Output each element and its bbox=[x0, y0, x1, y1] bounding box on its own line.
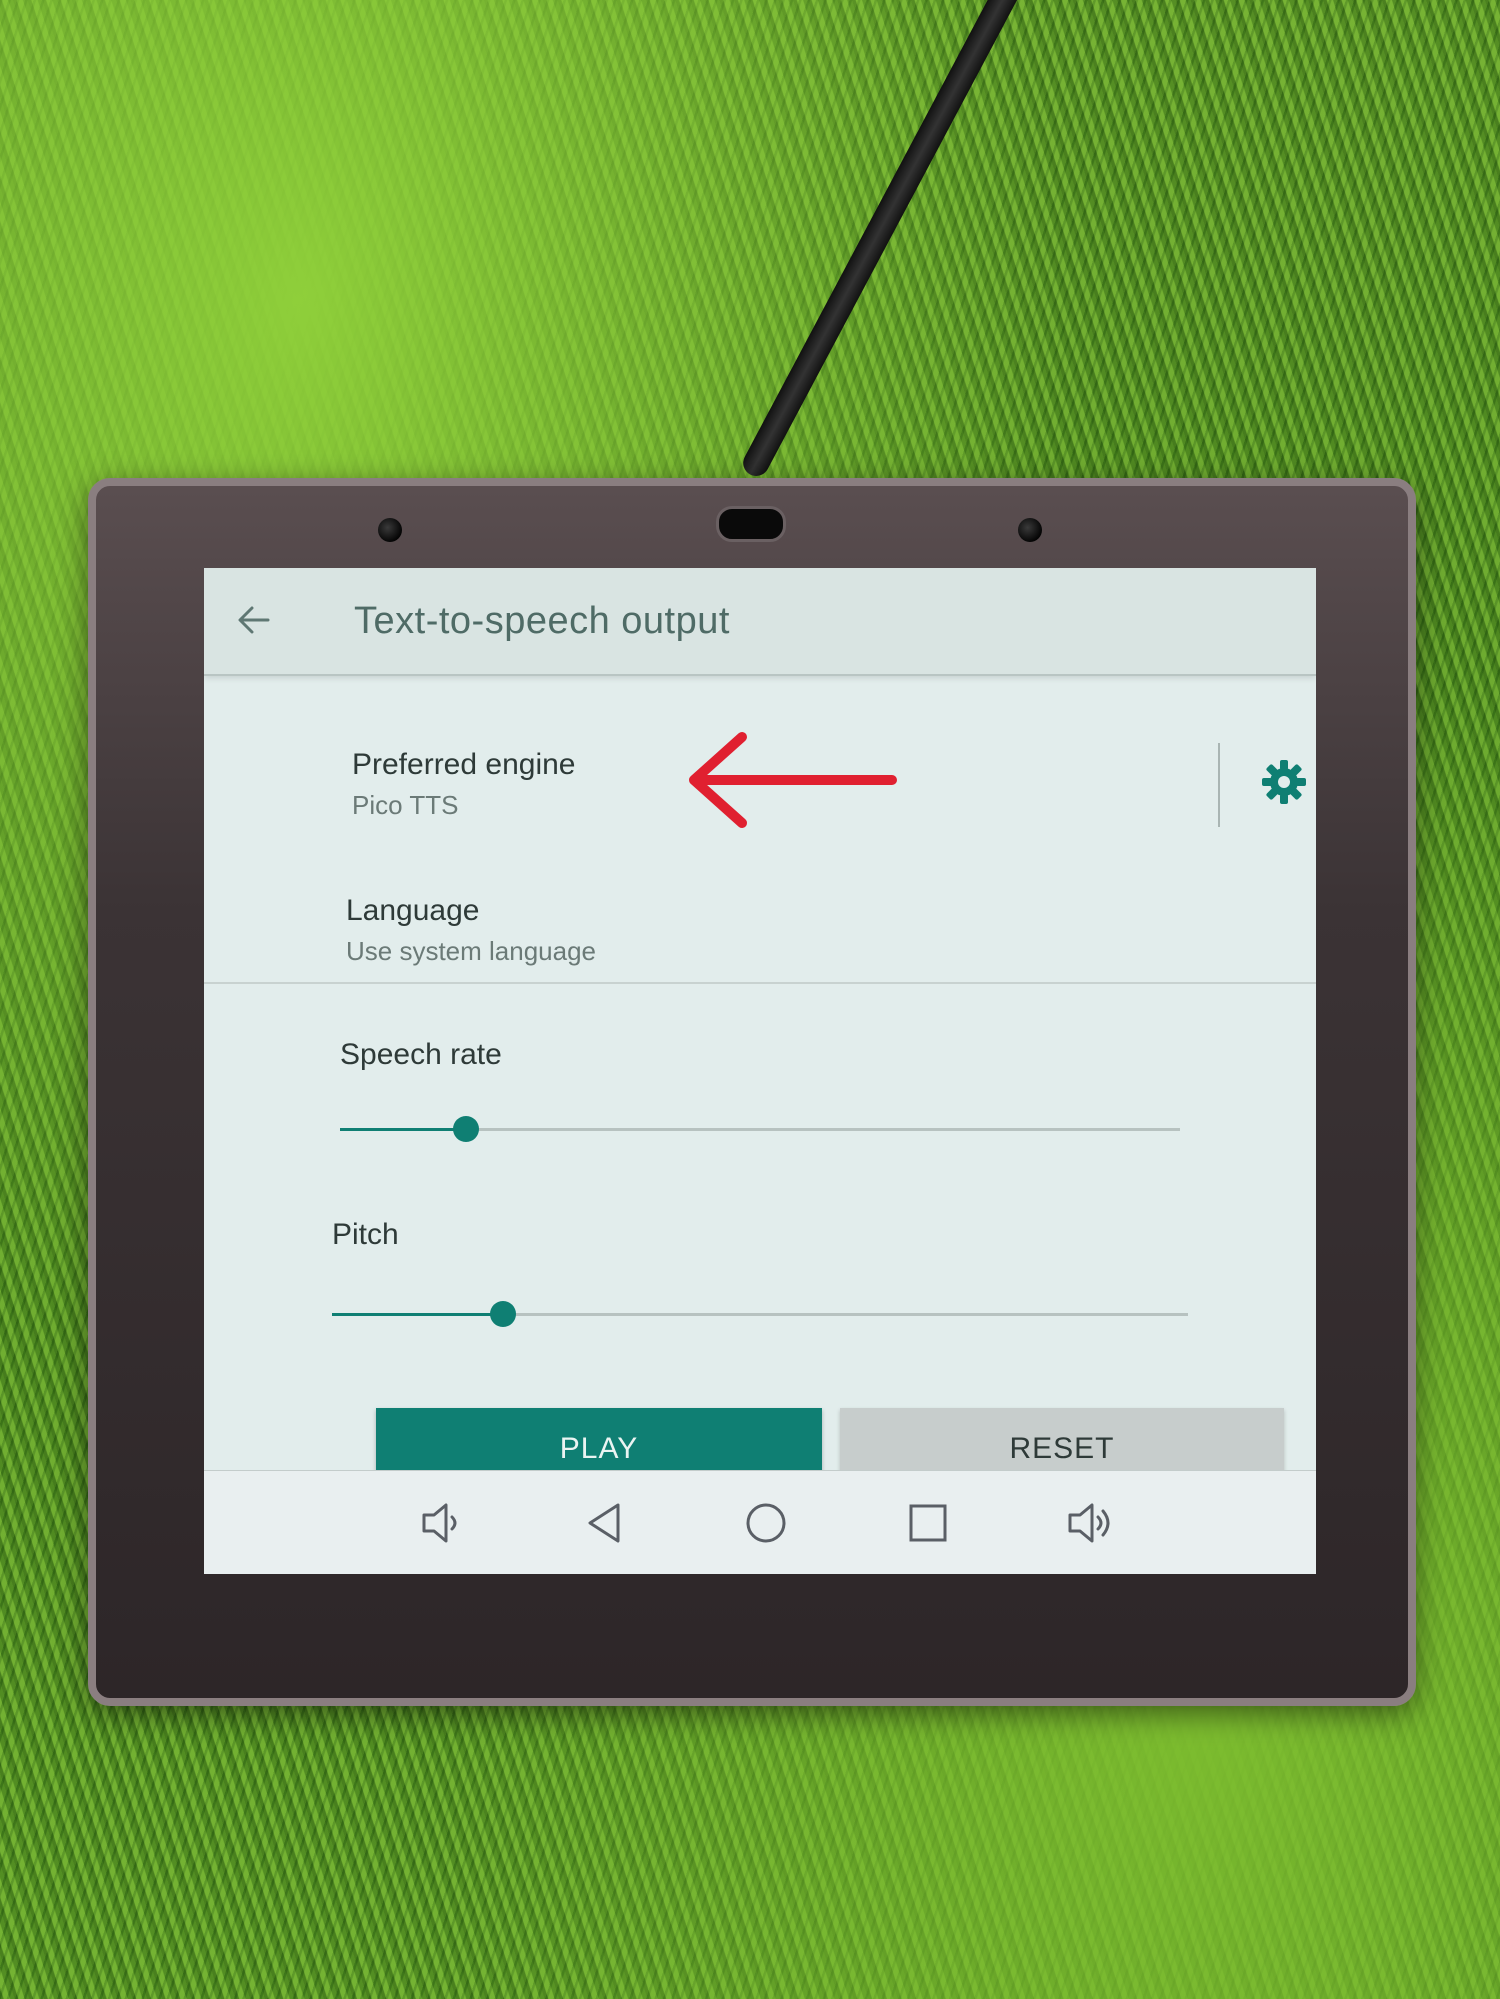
screen: Text-to-speech output Preferred engine P… bbox=[204, 568, 1316, 1574]
gear-icon[interactable] bbox=[1260, 758, 1308, 806]
language-item[interactable]: Language Use system language bbox=[204, 848, 1316, 978]
pitch-slider[interactable] bbox=[332, 1301, 1188, 1327]
page-title: Text-to-speech output bbox=[354, 600, 730, 642]
language-title: Language bbox=[346, 894, 480, 927]
arrow-left-icon[interactable] bbox=[232, 598, 276, 642]
annotation-arrow bbox=[689, 732, 897, 828]
recents-square-icon[interactable] bbox=[902, 1497, 954, 1549]
home-circle-icon[interactable] bbox=[740, 1497, 792, 1549]
speech-rate-label: Speech rate bbox=[340, 1038, 502, 1071]
speech-rate-slider-thumb[interactable] bbox=[453, 1116, 479, 1142]
engine-settings-divider bbox=[1218, 743, 1220, 827]
speech-rate-slider[interactable] bbox=[340, 1116, 1180, 1142]
pitch-label: Pitch bbox=[332, 1218, 399, 1251]
cable bbox=[738, 0, 1025, 481]
reset-button[interactable]: RESET bbox=[840, 1408, 1284, 1478]
play-button[interactable]: PLAY bbox=[376, 1408, 822, 1478]
back-triangle-icon[interactable] bbox=[578, 1497, 630, 1549]
speech-rate-slider-fill bbox=[340, 1128, 466, 1131]
pitch-slider-fill bbox=[332, 1313, 504, 1316]
pitch-slider-thumb[interactable] bbox=[490, 1301, 517, 1327]
app-bar: Text-to-speech output bbox=[204, 568, 1316, 676]
speaker-slot bbox=[716, 506, 786, 542]
preferred-engine-value: Pico TTS bbox=[352, 790, 459, 820]
language-value: Use system language bbox=[346, 936, 597, 966]
system-nav-bar bbox=[204, 1470, 1316, 1574]
volume-down-icon[interactable] bbox=[416, 1497, 468, 1549]
section-divider bbox=[204, 982, 1316, 984]
volume-up-icon[interactable] bbox=[1064, 1497, 1116, 1549]
front-camera-right bbox=[1018, 518, 1042, 542]
front-camera-left bbox=[378, 518, 402, 542]
preferred-engine-title: Preferred engine bbox=[352, 748, 576, 781]
device-bezel: Text-to-speech output Preferred engine P… bbox=[88, 478, 1416, 1706]
